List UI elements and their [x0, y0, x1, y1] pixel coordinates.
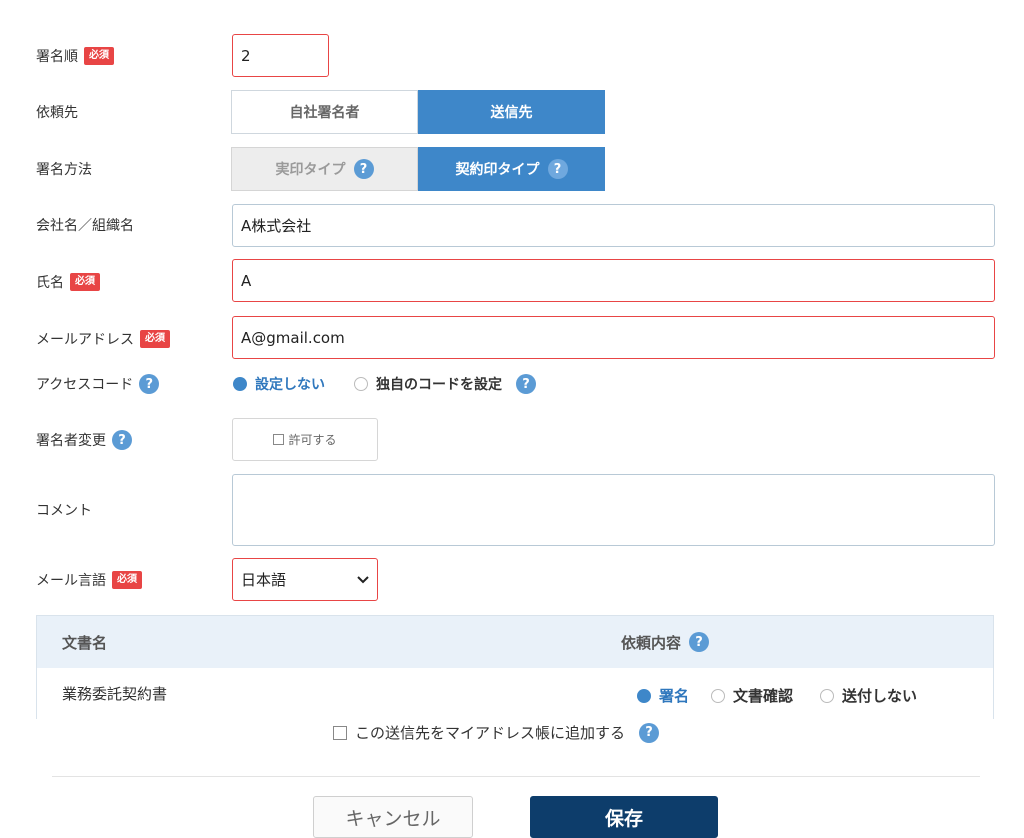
table-row: 業務委託契約書 署名 文書確認 送付しない: [37, 668, 993, 719]
name-input[interactable]: A: [232, 259, 995, 302]
radio-unselected-icon: [354, 377, 368, 391]
checkbox-icon: [333, 725, 347, 740]
radio-selected-icon: [233, 377, 247, 391]
cancel-button[interactable]: キャンセル: [313, 796, 473, 838]
recipient-type-label: 依頼先: [36, 105, 78, 121]
required-badge: 必須: [140, 330, 170, 348]
radio-unselected-icon: [820, 688, 834, 703]
chevron-down-icon: [357, 573, 369, 587]
add-to-address-book-checkbox[interactable]: この送信先をマイアドレス帳に追加する ?: [333, 722, 660, 743]
column-header-document-name: 文書名: [62, 633, 108, 652]
signing-order-input[interactable]: 2: [232, 34, 329, 77]
comment-textarea[interactable]: [232, 474, 995, 546]
recipient-type-internal-signer[interactable]: 自社署名者: [231, 90, 418, 134]
documents-table-header: 文書名 依頼内容 ?: [37, 616, 993, 668]
documents-table: 文書名 依頼内容 ? 業務委託契約書 署名 文書確認 送付しない: [36, 615, 994, 719]
email-input[interactable]: A@gmail.com: [232, 316, 995, 359]
signer-change-label: 署名者変更 ?: [36, 428, 132, 452]
help-icon[interactable]: ?: [353, 159, 374, 179]
divider: [52, 776, 980, 777]
help-icon[interactable]: ?: [639, 722, 660, 743]
radio-unselected-icon: [711, 688, 725, 703]
signing-method-jitsuin[interactable]: 実印タイプ ?: [231, 147, 418, 191]
signing-order-label: 署名順 必須: [36, 44, 114, 68]
comment-label: コメント: [36, 503, 92, 519]
help-icon[interactable]: ?: [516, 374, 536, 394]
help-icon[interactable]: ?: [112, 430, 132, 450]
help-icon[interactable]: ?: [139, 374, 160, 394]
company-input[interactable]: A株式会社: [232, 204, 995, 247]
access-code-none-radio[interactable]: 設定しない: [233, 374, 325, 394]
name-label: 氏名 必須: [36, 270, 100, 294]
save-button[interactable]: 保存: [530, 796, 718, 838]
signer-change-permit-toggle[interactable]: 許可する: [232, 418, 378, 461]
signing-method-contract-seal[interactable]: 契約印タイプ ?: [418, 147, 605, 191]
help-icon[interactable]: ?: [547, 159, 568, 179]
required-badge: 必須: [70, 273, 100, 291]
access-code-label: アクセスコード ?: [36, 372, 160, 396]
radio-selected-icon: [637, 688, 651, 703]
signing-method-label: 署名方法: [36, 162, 92, 178]
checkbox-icon: [273, 434, 285, 445]
access-code-custom-radio[interactable]: 独自のコードを設定 ?: [354, 374, 536, 394]
request-review-radio[interactable]: 文書確認: [711, 685, 793, 706]
document-name: 業務委託契約書: [62, 685, 168, 703]
email-label: メールアドレス 必須: [36, 327, 170, 351]
mail-language-label: メール言語 必須: [36, 568, 142, 592]
recipient-type-recipient[interactable]: 送信先: [418, 90, 605, 134]
request-no-send-radio[interactable]: 送付しない: [820, 685, 917, 706]
column-header-request-type: 依頼内容 ?: [621, 616, 710, 668]
mail-language-select[interactable]: 日本語: [232, 558, 378, 601]
help-icon[interactable]: ?: [689, 632, 710, 652]
company-label: 会社名／組織名: [36, 218, 134, 234]
required-badge: 必須: [112, 571, 142, 589]
request-sign-radio[interactable]: 署名: [637, 685, 689, 706]
required-badge: 必須: [84, 47, 114, 65]
